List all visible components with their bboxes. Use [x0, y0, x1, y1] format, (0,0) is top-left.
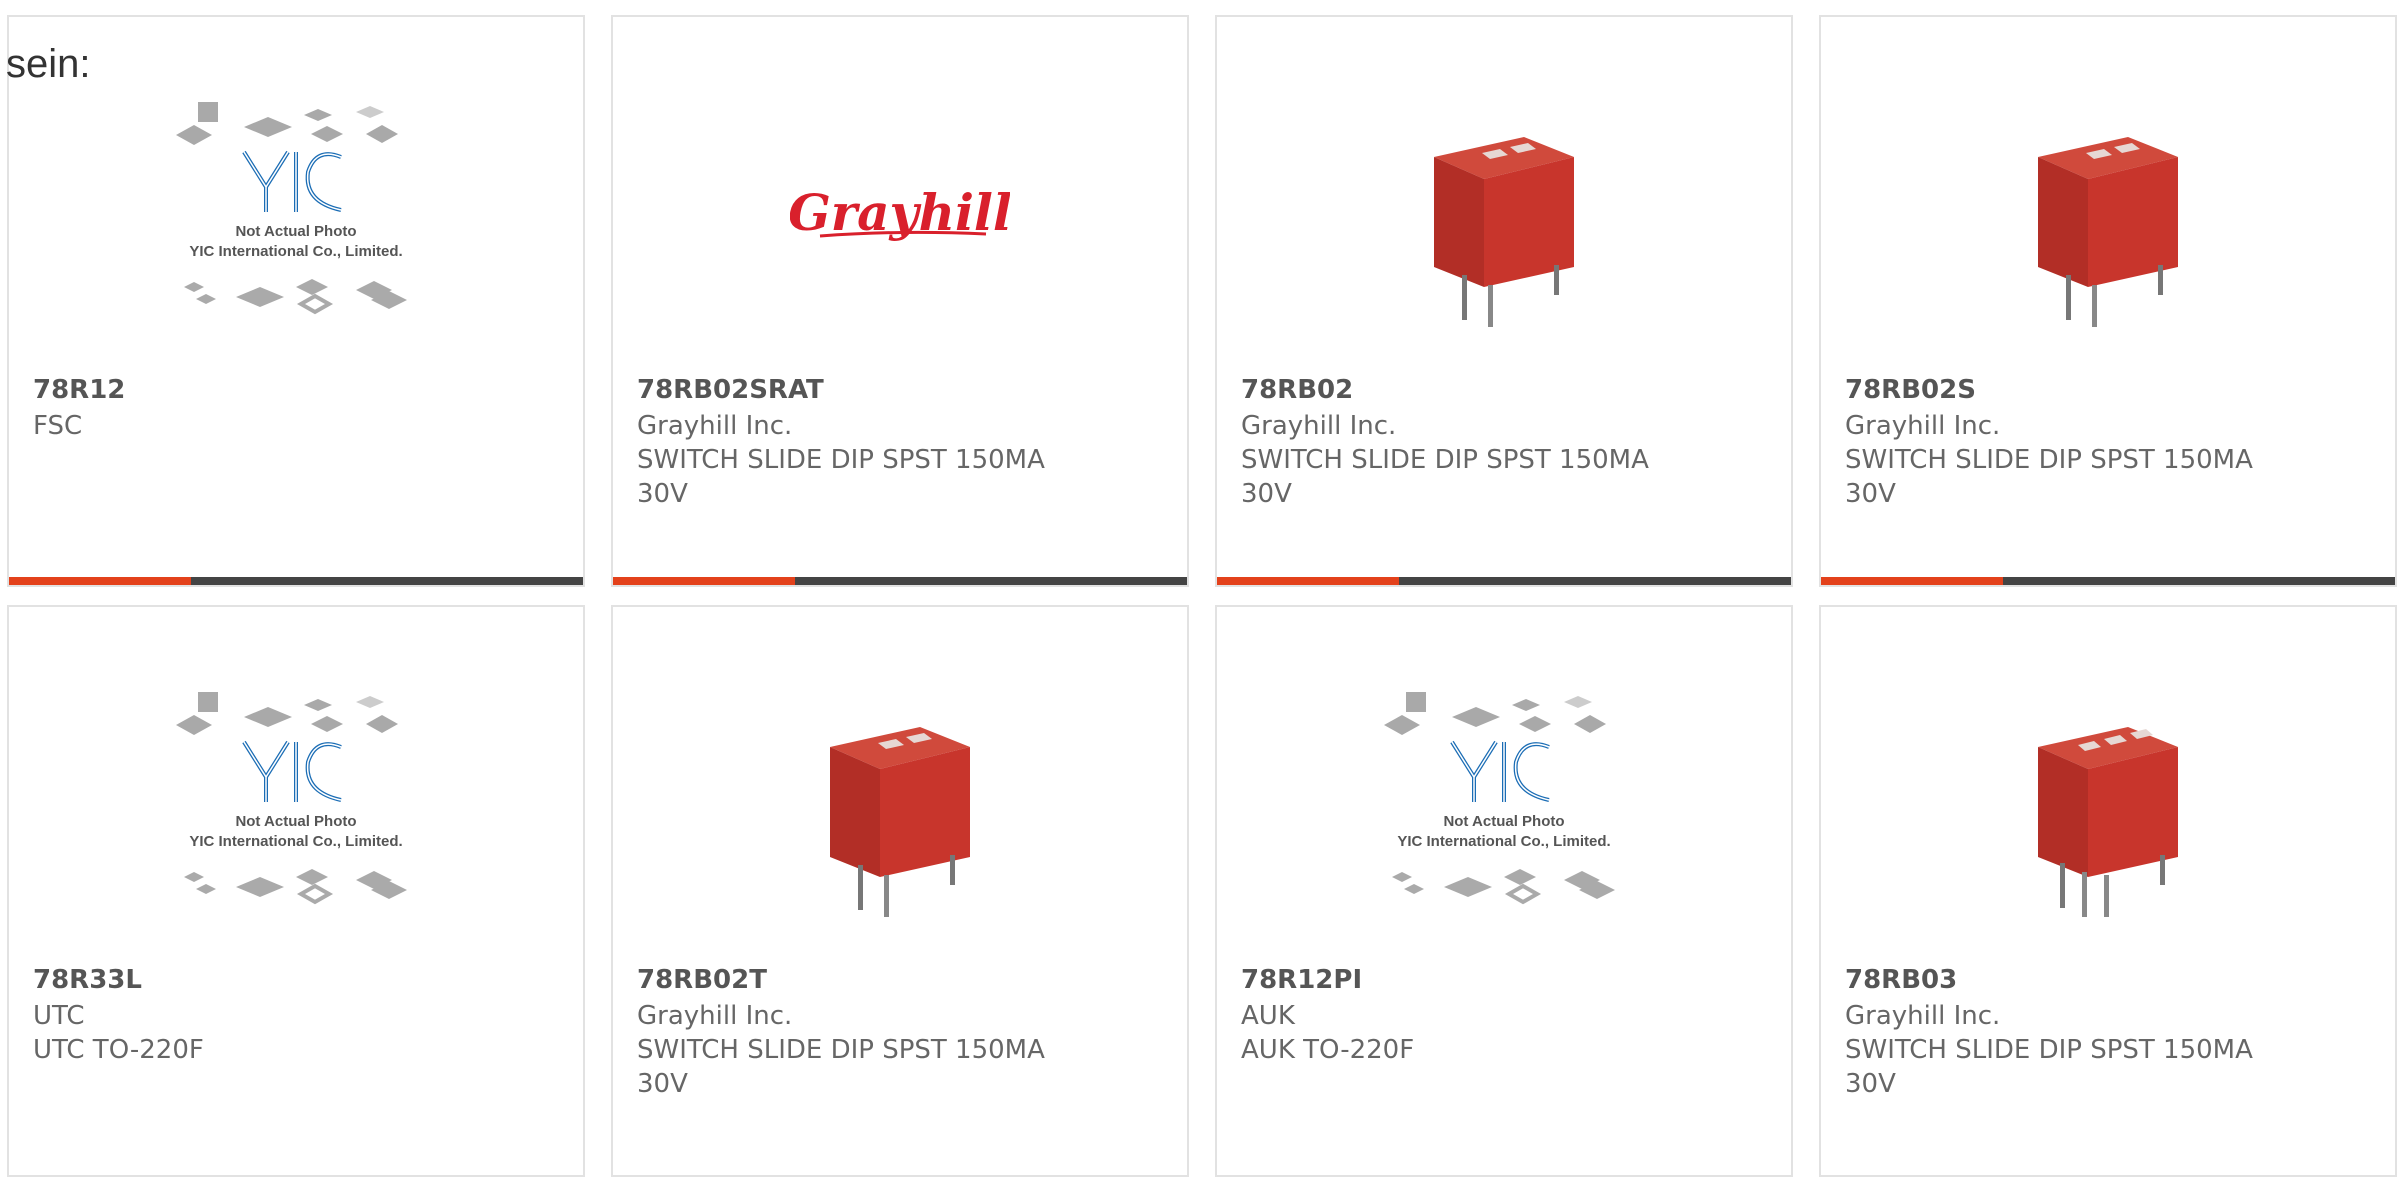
yic-placeholder-image: Not Actual Photo YIC International Co., … [176, 102, 407, 315]
manufacturer: UTC [33, 1001, 85, 1031]
description: SWITCH SLIDE DIP SPST 150MA 30V [637, 1035, 1045, 1099]
placeholder-caption: YIC International Co., Limited. [189, 243, 402, 260]
product-image[interactable]: Grayhill [613, 67, 1187, 367]
product-card[interactable]: 78RB02S Grayhill Inc. SWITCH SLIDE DIP S… [1819, 15, 2397, 587]
product-image[interactable] [1217, 67, 1791, 367]
product-card[interactable]: 78RB03 Grayhill Inc. SWITCH SLIDE DIP SP… [1819, 605, 2397, 1177]
card-bottom-bar [1217, 577, 1791, 585]
description: SWITCH SLIDE DIP SPST 150MA 30V [1845, 1035, 2253, 1099]
placeholder-caption: Not Actual Photo [1443, 813, 1564, 830]
placeholder-caption: Not Actual Photo [235, 223, 356, 240]
description: SWITCH SLIDE DIP SPST 150MA 30V [1241, 445, 1649, 509]
description: SWITCH SLIDE DIP SPST 150MA 30V [1845, 445, 2253, 509]
product-image[interactable] [1821, 67, 2395, 367]
manufacturer: Grayhill Inc. [1241, 411, 1397, 441]
part-number[interactable]: 78RB03 [1845, 963, 1957, 997]
description: AUK TO-220F [1241, 1035, 1415, 1065]
product-card[interactable]: 78RB02 Grayhill Inc. SWITCH SLIDE DIP SP… [1215, 15, 1793, 587]
part-number[interactable]: 78RB02S [1845, 373, 1976, 407]
dip-switch-image [2038, 137, 2178, 327]
card-bottom-bar [1821, 577, 2395, 585]
product-card[interactable]: Not Actual Photo YIC International Co., … [7, 605, 585, 1177]
placeholder-caption: YIC International Co., Limited. [189, 833, 402, 850]
product-image[interactable]: Not Actual Photo YIC International Co., … [9, 67, 583, 367]
manufacturer: AUK [1241, 1001, 1295, 1031]
placeholder-caption: Not Actual Photo [235, 813, 356, 830]
product-card[interactable]: Not Actual Photo YIC International Co., … [7, 15, 585, 587]
dip-switch-image [2038, 727, 2178, 917]
description: UTC TO-220F [33, 1035, 204, 1065]
yic-placeholder-image: Not Actual Photo YIC International Co., … [176, 692, 407, 905]
part-number[interactable]: 78R12 [33, 373, 125, 407]
card-bottom-bar [613, 577, 1187, 585]
manufacturer: Grayhill Inc. [1845, 411, 2001, 441]
card-bottom-bar [9, 577, 583, 585]
manufacturer: Grayhill Inc. [637, 411, 793, 441]
grayhill-logo: Grayhill [790, 183, 1010, 242]
part-number[interactable]: 78R12PI [1241, 963, 1362, 997]
product-card[interactable]: Grayhill 78RB02SRAT Grayhill Inc. SWITCH… [611, 15, 1189, 587]
dip-switch-image [830, 727, 970, 917]
manufacturer: FSC [33, 411, 83, 441]
part-number[interactable]: 78R33L [33, 963, 142, 997]
product-card[interactable]: Not Actual Photo YIC International Co., … [1215, 605, 1793, 1177]
part-number[interactable]: 78RB02 [1241, 373, 1353, 407]
description: SWITCH SLIDE DIP SPST 150MA 30V [637, 445, 1045, 509]
yic-placeholder-image: Not Actual Photo YIC International Co., … [1384, 692, 1615, 905]
part-number[interactable]: 78RB02SRAT [637, 373, 824, 407]
placeholder-caption: YIC International Co., Limited. [1397, 833, 1610, 850]
product-card[interactable]: 78RB02T Grayhill Inc. SWITCH SLIDE DIP S… [611, 605, 1189, 1177]
product-grid: Not Actual Photo YIC International Co., … [0, 0, 2400, 1177]
manufacturer: Grayhill Inc. [637, 1001, 793, 1031]
dip-switch-image [1434, 137, 1574, 327]
product-image[interactable]: Not Actual Photo YIC International Co., … [1217, 657, 1791, 957]
product-image[interactable]: Not Actual Photo YIC International Co., … [9, 657, 583, 957]
product-image[interactable] [1821, 657, 2395, 957]
product-image[interactable] [613, 657, 1187, 957]
part-number[interactable]: 78RB02T [637, 963, 767, 997]
intro-text: sein: [6, 42, 91, 86]
manufacturer: Grayhill Inc. [1845, 1001, 2001, 1031]
